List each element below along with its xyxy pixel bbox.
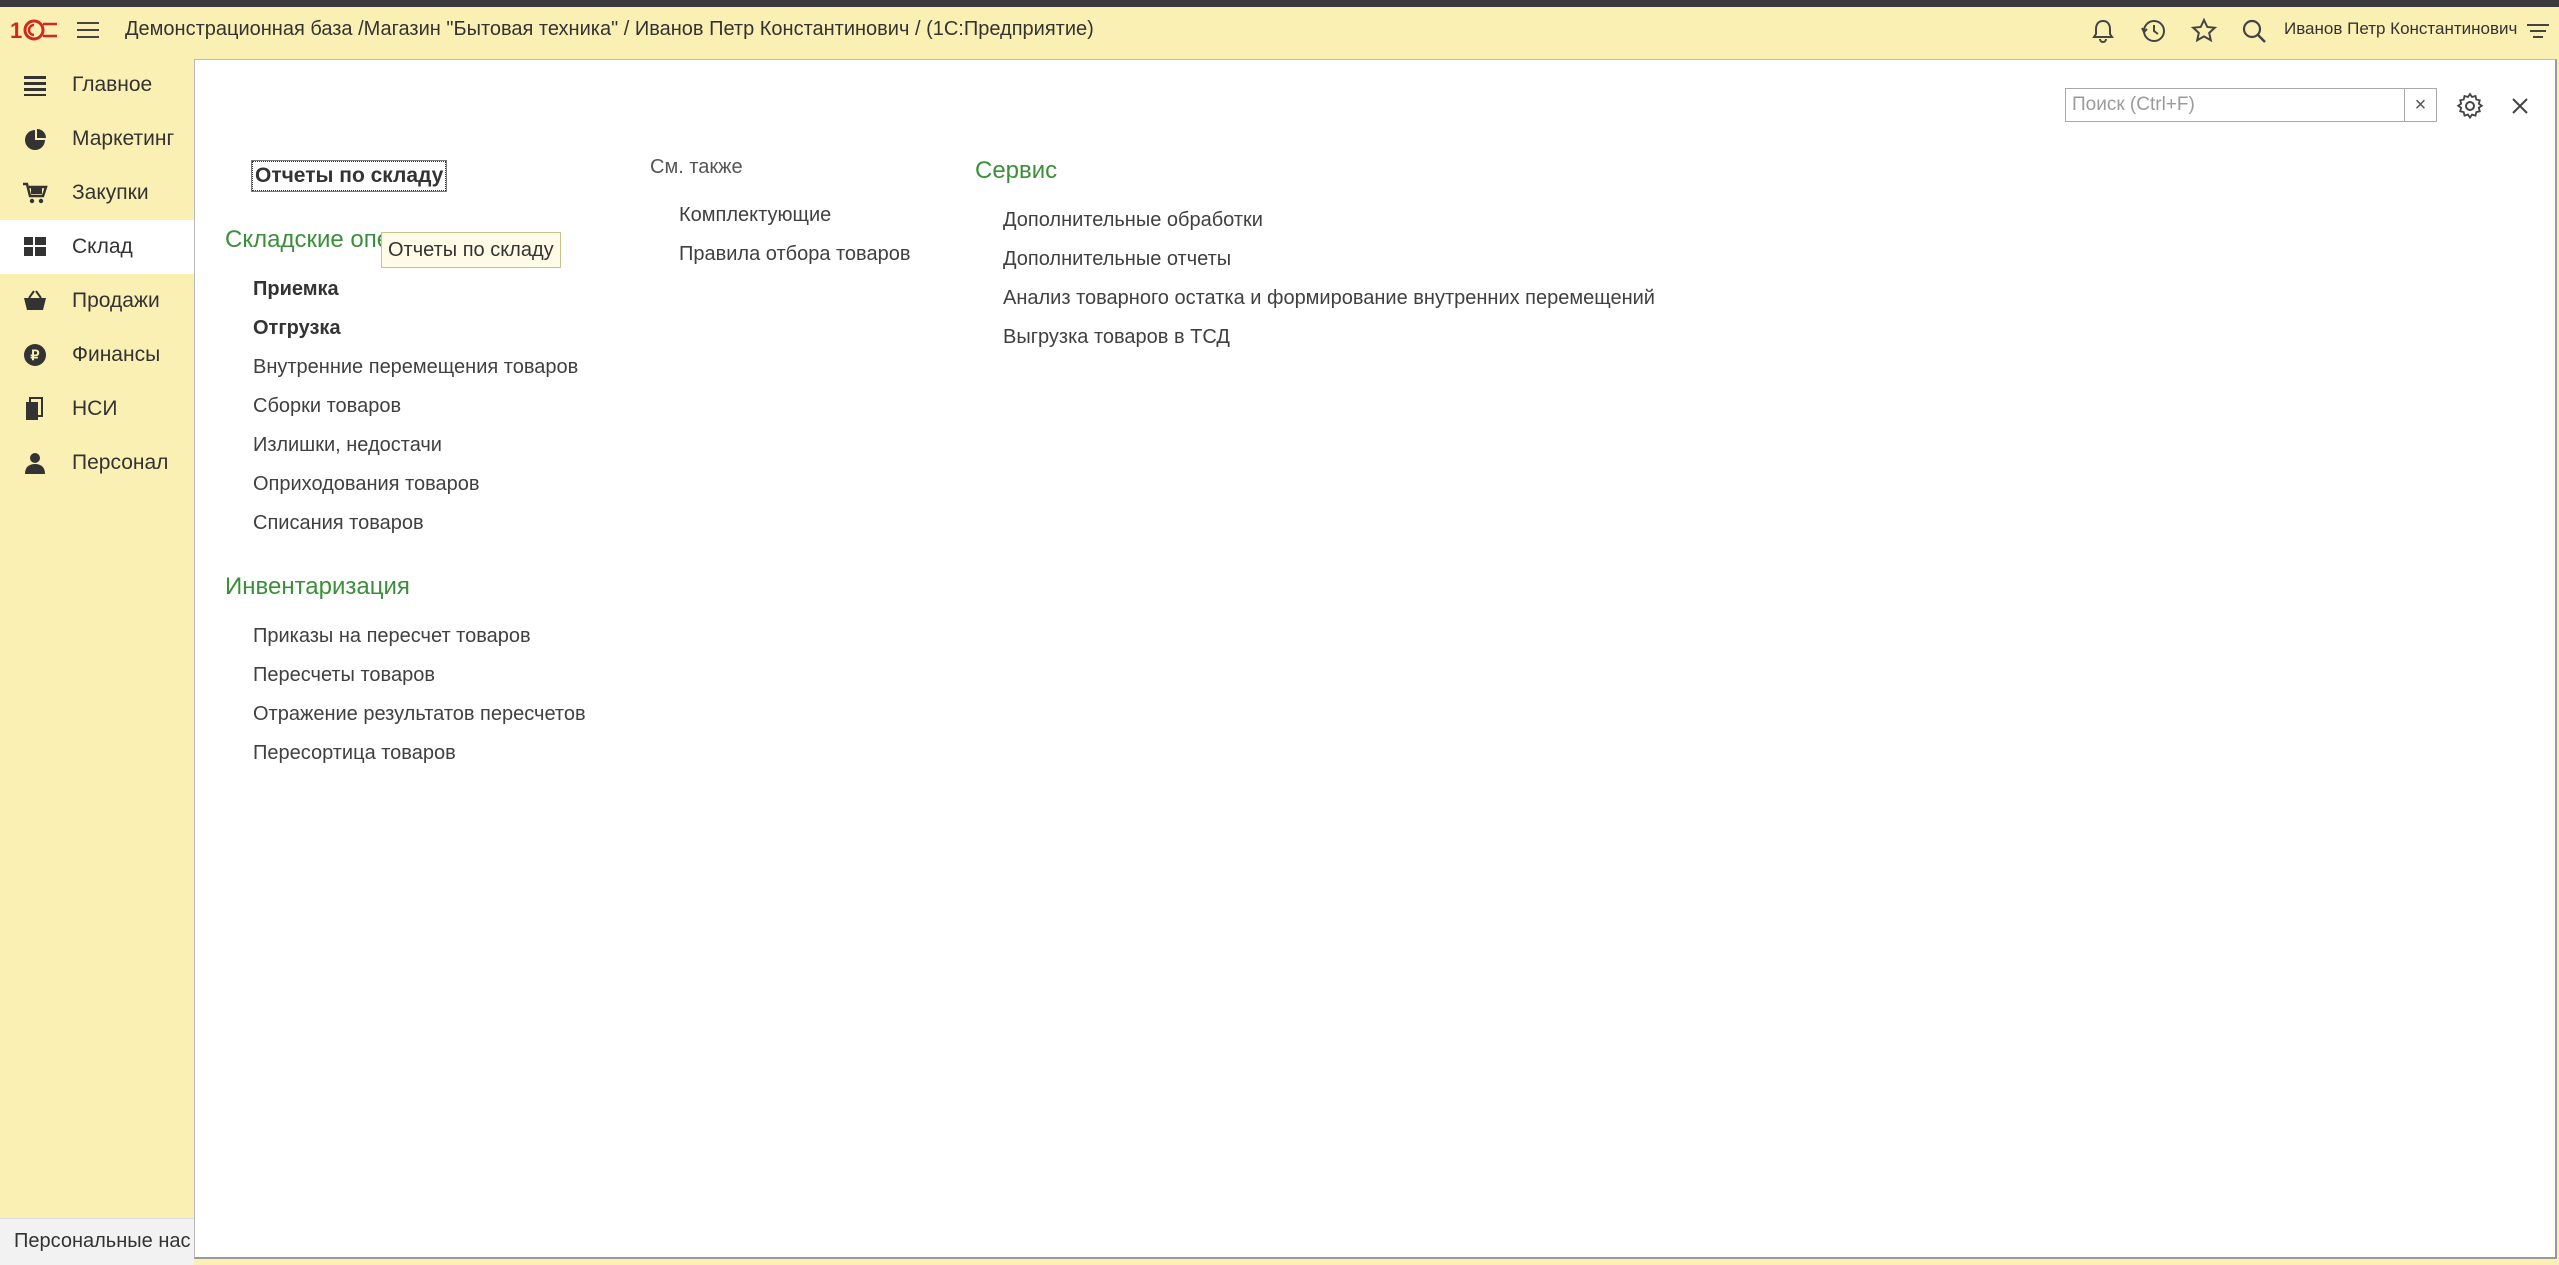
group-title-inventory: Инвентаризация <box>225 573 410 600</box>
sidebar-item-label: Персонал <box>72 451 169 474</box>
cart-icon <box>23 182 48 204</box>
sidebar-item-nsi[interactable]: НСИ <box>0 382 194 436</box>
star-icon[interactable] <box>2189 16 2219 46</box>
settings-lines-icon[interactable] <box>2523 16 2553 46</box>
sidebar-item-label: Склад <box>72 235 133 258</box>
link-recounts[interactable]: Пересчеты товаров <box>253 664 435 687</box>
svg-text:1: 1 <box>10 18 22 43</box>
pie-chart-icon <box>25 129 46 150</box>
sidebar-item-label: Продажи <box>72 289 160 312</box>
close-icon[interactable] <box>2505 91 2535 121</box>
link-internal-transfers[interactable]: Внутренние перемещения товаров <box>253 356 578 379</box>
link-regrading[interactable]: Пересортица товаров <box>253 742 456 765</box>
user-name[interactable]: Иванов Петр Константинович <box>2284 19 2517 39</box>
app-header: 1 Демонстрационная база /Магазин "Бытова… <box>0 7 2559 53</box>
link-recount-results[interactable]: Отражение результатов пересчетов <box>253 703 586 726</box>
personal-settings-label: Персональные нас <box>14 1230 191 1252</box>
link-surplus-shortage[interactable]: Излишки, недостачи <box>253 434 442 457</box>
search-clear-button[interactable]: × <box>2405 88 2437 122</box>
link-additional-reports[interactable]: Дополнительные отчеты <box>1003 248 1231 271</box>
sidebar-item-sales[interactable]: Продажи <box>0 274 194 328</box>
link-components[interactable]: Комплектующие <box>679 204 831 227</box>
top-strip <box>0 0 2559 7</box>
window-title: Демонстрационная база /Магазин "Бытовая … <box>125 18 1094 40</box>
sidebar-item-label: Маркетинг <box>72 127 175 150</box>
bell-icon[interactable] <box>2088 16 2118 46</box>
search-icon[interactable] <box>2239 16 2269 46</box>
sidebar-item-warehouse[interactable]: Склад <box>0 220 194 274</box>
gear-icon[interactable] <box>2455 91 2485 121</box>
logo-1c-icon[interactable]: 1 <box>10 16 58 44</box>
search-input[interactable] <box>2065 88 2405 122</box>
link-assemblies[interactable]: Сборки товаров <box>253 395 401 418</box>
link-export-to-tsd[interactable]: Выгрузка товаров в ТСД <box>1003 326 1230 349</box>
link-recount-orders[interactable]: Приказы на пересчет товаров <box>253 625 531 648</box>
history-icon[interactable] <box>2139 16 2169 46</box>
sidebar-item-purchases[interactable]: Закупки <box>0 166 194 220</box>
group-title-service: Сервис <box>975 157 1058 184</box>
link-stock-analysis[interactable]: Анализ товарного остатка и формирование … <box>1003 287 1655 310</box>
list-icon <box>24 76 46 96</box>
warehouse-grid-icon <box>24 237 46 256</box>
sidebar-item-personnel[interactable]: Персонал <box>0 436 194 490</box>
sidebar-item-marketing[interactable]: Маркетинг <box>0 112 194 166</box>
sidebar-item-label: НСИ <box>72 397 118 420</box>
menu-icon[interactable] <box>74 17 102 43</box>
sections-sidebar: Главное Маркетинг Закупки Склад Продажи <box>0 58 194 1218</box>
link-write-offs[interactable]: Списания товаров <box>253 512 424 535</box>
sidebar-item-label: Финансы <box>72 343 161 366</box>
person-icon <box>25 453 45 474</box>
section-panel: × Отчеты по складу Складские опе Приемка… <box>194 59 2557 1259</box>
group-title-warehouse-ops: Складские опе <box>225 226 391 253</box>
svg-text:₽: ₽ <box>31 347 40 363</box>
tooltip: Отчеты по складу <box>381 232 561 268</box>
link-shipment[interactable]: Отгрузка <box>253 317 341 340</box>
books-icon <box>26 397 43 420</box>
link-receipts-of-goods[interactable]: Оприходования товаров <box>253 473 480 496</box>
warehouse-reports-link[interactable]: Отчеты по складу <box>250 160 448 192</box>
sidebar-item-main[interactable]: Главное <box>0 58 194 112</box>
link-receiving[interactable]: Приемка <box>253 278 339 301</box>
link-additional-processing[interactable]: Дополнительные обработки <box>1003 209 1263 232</box>
sidebar-item-label: Главное <box>72 73 153 96</box>
sidebar-item-finance[interactable]: ₽ Финансы <box>0 328 194 382</box>
coin-icon: ₽ <box>24 344 46 366</box>
personal-settings-bar[interactable]: Персональные нас <box>0 1218 194 1265</box>
group-title-see-also: См. также <box>650 156 743 178</box>
basket-icon <box>24 290 46 310</box>
link-picking-rules[interactable]: Правила отбора товаров <box>679 243 910 266</box>
sidebar-item-label: Закупки <box>72 181 149 204</box>
